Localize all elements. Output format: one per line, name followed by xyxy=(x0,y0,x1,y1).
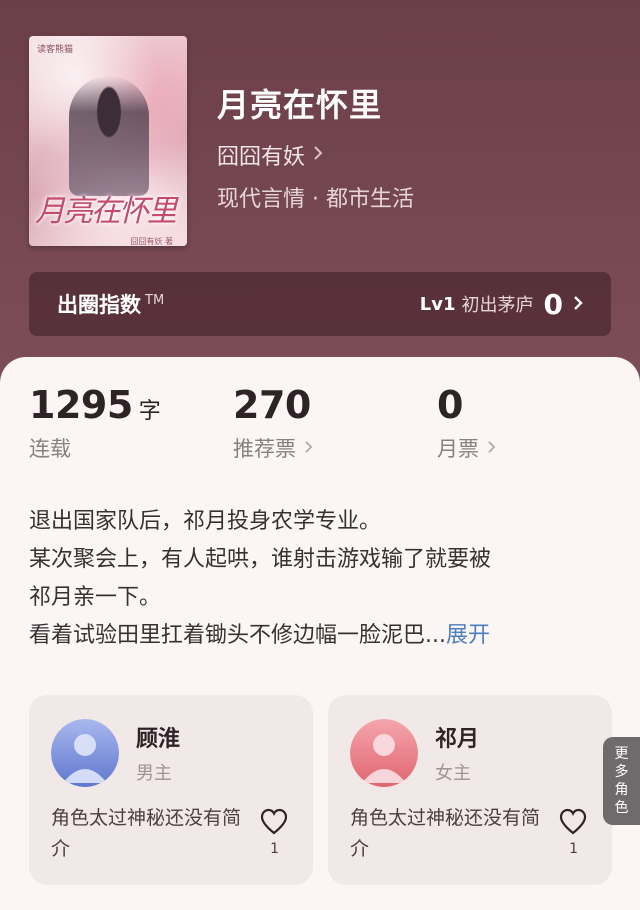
level-badge: Lv1 xyxy=(419,293,456,315)
more-tab-char: 色 xyxy=(614,800,629,816)
book-genre: 现代言情 · 都市生活 xyxy=(217,187,414,212)
author-name: 囧囧有妖 xyxy=(217,145,306,170)
monthly-ticket-value: 0 xyxy=(437,383,463,427)
recommend-ticket-stat[interactable]: 270 推荐票 xyxy=(233,383,313,463)
word-count-stat: 1295 字 连载 xyxy=(29,383,161,463)
cover-title-art: 月亮在怀里 xyxy=(35,194,177,229)
character-name: 祁月 xyxy=(435,727,480,752)
word-count-unit: 字 xyxy=(138,399,161,424)
synopsis-line: 某次聚会上，有人起哄，谁射击游戏输了就要被 xyxy=(29,547,492,572)
more-tab-char: 角 xyxy=(614,782,629,798)
chevron-right-icon xyxy=(573,292,583,317)
word-count-label: 连载 xyxy=(29,437,71,461)
heart-outline-icon[interactable] xyxy=(558,807,588,837)
character-card-female-lead[interactable]: 祁月 女主 角色太过神秘还没有简介 1 xyxy=(328,695,612,885)
character-description: 角色太过神秘还没有简介 xyxy=(51,807,242,860)
avatar xyxy=(51,719,119,787)
monthly-ticket-stat[interactable]: 0 月票 xyxy=(437,383,496,463)
author-link[interactable]: 囧囧有妖 xyxy=(217,139,323,171)
expand-link[interactable]: 展开 xyxy=(446,623,490,648)
character-name: 顾淮 xyxy=(136,727,181,752)
character-description: 角色太过神秘还没有简介 xyxy=(350,807,541,860)
recommend-ticket-value: 270 xyxy=(233,383,311,427)
chevron-right-icon xyxy=(313,145,323,166)
synopsis-line: 祁月亲一下。 xyxy=(29,585,162,610)
popularity-index-bar[interactable]: 出圈指数 TM Lv1 初出茅庐 0 xyxy=(29,272,611,336)
cover-publisher-logo: 读客熊猫 xyxy=(37,45,74,55)
like-count: 1 xyxy=(270,841,279,857)
popularity-index-title: 出圈指数 TM xyxy=(57,289,164,319)
popularity-index-level: Lv1 初出茅庐 0 xyxy=(420,288,583,321)
more-tab-char: 更 xyxy=(614,746,629,762)
heart-outline-icon[interactable] xyxy=(259,807,289,837)
popularity-index-label: 出圈指数 xyxy=(57,293,141,317)
book-title: 月亮在怀里 xyxy=(217,86,383,124)
cover-figure-art xyxy=(69,76,149,196)
synopsis-line: 退出国家队后，祁月投身农学专业。 xyxy=(29,509,382,534)
more-characters-tab[interactable]: 更 多 角 色 xyxy=(603,737,640,825)
cover-author-art: 囧囧有妖 著 xyxy=(130,237,173,246)
synopsis-line: 看着试验田里扛着锄头不修边幅一脸泥巴... xyxy=(29,623,446,648)
avatar xyxy=(350,719,418,787)
character-card-male-lead[interactable]: 顾淮 男主 角色太过神秘还没有简介 1 xyxy=(29,695,313,885)
like-count: 1 xyxy=(569,841,578,857)
level-name: 初出茅庐 xyxy=(461,295,534,316)
chevron-right-icon xyxy=(487,439,496,458)
trademark-mark: TM xyxy=(145,293,165,308)
book-cover[interactable]: 读客熊猫 月亮在怀里 囧囧有妖 著 xyxy=(29,36,187,246)
monthly-ticket-label: 月票 xyxy=(437,437,479,461)
word-count-value: 1295 xyxy=(29,383,133,427)
synopsis[interactable]: 退出国家队后，祁月投身农学专业。 某次聚会上，有人起哄，谁射击游戏输了就要被 祁… xyxy=(29,503,614,655)
popularity-index-value: 0 xyxy=(543,287,563,321)
chevron-right-icon xyxy=(304,439,313,458)
character-role: 男主 xyxy=(136,763,172,784)
more-tab-char: 多 xyxy=(614,764,629,780)
character-role: 女主 xyxy=(435,763,471,784)
recommend-ticket-label: 推荐票 xyxy=(233,437,296,461)
